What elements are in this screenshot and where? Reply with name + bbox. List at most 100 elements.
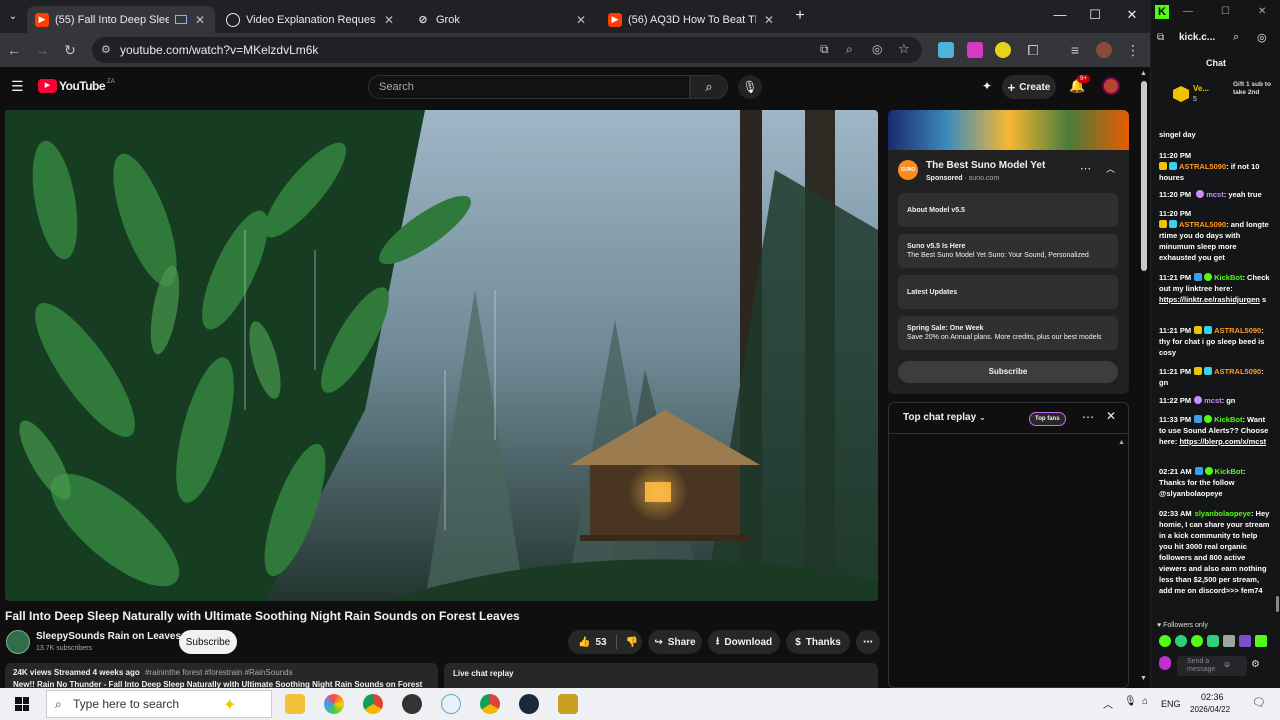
sidepanel-icon[interactable]: ⧉ — [1157, 32, 1164, 43]
subscribe-button[interactable]: Subscribe — [179, 630, 237, 654]
network-icon[interactable]: ⌂ — [1142, 696, 1148, 707]
emote-icon[interactable] — [1255, 635, 1267, 647]
search-input[interactable]: Search — [368, 75, 690, 99]
close-window-icon[interactable]: ✕ — [1120, 7, 1144, 25]
chat-username[interactable]: KickBot — [1214, 273, 1242, 282]
chrome-profile-icon[interactable] — [480, 694, 500, 714]
share-button[interactable]: ↪ Share — [648, 630, 702, 654]
dislike-icon[interactable]: 👎 — [626, 637, 638, 648]
colorful-app-icon[interactable] — [324, 694, 344, 714]
live-chat-replay-bar[interactable]: Live chat replay — [444, 663, 878, 688]
taskbar-search-box[interactable]: ⌕ Type here to search ✦ — [46, 690, 272, 718]
emoji-icon[interactable]: ☺ — [1223, 660, 1231, 669]
file-explorer-icon[interactable] — [285, 694, 305, 714]
ad-subscribe-button[interactable]: Subscribe — [898, 361, 1118, 383]
collapse-chevron-icon[interactable]: ︿ — [1106, 162, 1115, 175]
chat-username[interactable]: mcst — [1204, 396, 1222, 405]
bookmark-star-icon[interactable]: ☆ — [898, 41, 910, 57]
more-actions-button[interactable]: ⋯ — [856, 630, 880, 654]
bug-app-icon[interactable] — [441, 694, 461, 714]
chat-username[interactable]: ASTRAL5090 — [1214, 367, 1261, 376]
scroll-up-arrow-icon[interactable]: ▲ — [1140, 70, 1147, 77]
page-scrollbar[interactable] — [1141, 81, 1147, 271]
channel-avatar[interactable] — [6, 630, 30, 654]
emote-icon[interactable] — [1207, 635, 1219, 647]
emote-bar[interactable] — [1159, 635, 1277, 648]
obs-icon[interactable] — [402, 694, 422, 714]
extension-pink-icon[interactable] — [967, 42, 983, 58]
top-fans-chip[interactable]: Top fans — [1029, 412, 1066, 426]
sparkle-ai-icon[interactable]: ✦ — [982, 79, 992, 93]
cast-icon[interactable]: ⧉ — [820, 42, 829, 57]
forward-icon[interactable]: → — [33, 41, 51, 59]
description-box[interactable]: 24K views Streamed 4 weeks ago #raininth… — [5, 663, 438, 688]
ad-link-v55[interactable]: Suno v5.5 Is Here The Best Suno Model Ye… — [898, 234, 1118, 268]
tray-chevron-icon[interactable]: ︿ — [1103, 696, 1113, 711]
sponsored-ad-card[interactable]: SUNO The Best Suno Model Yet Sponsored ·… — [888, 110, 1129, 394]
reload-icon[interactable]: ↻ — [61, 41, 79, 59]
chat-username[interactable]: KickBot — [1215, 467, 1243, 476]
emote-icon[interactable] — [1159, 635, 1171, 647]
chat-user-badge-icon[interactable] — [1159, 656, 1171, 670]
close-tab-icon[interactable]: ✕ — [762, 13, 776, 27]
chat-username[interactable]: slyanbolaopeye — [1195, 509, 1251, 518]
chat-scrollbar[interactable] — [1276, 596, 1279, 612]
tab-search-button[interactable]: ⌄ — [5, 9, 21, 25]
emote-icon[interactable] — [1239, 635, 1251, 647]
steam-icon[interactable] — [519, 694, 539, 714]
ad-link-sale[interactable]: Spring Sale: One Week Save 20% on Annual… — [898, 316, 1118, 350]
chat-username[interactable]: ASTRAL5090 — [1214, 326, 1261, 335]
ad-link-about[interactable]: About Model v5.5 — [898, 193, 1118, 227]
eye-off-icon[interactable]: ◎ — [1257, 31, 1267, 44]
extensions-puzzle-icon[interactable]: ⧠ — [1024, 41, 1042, 59]
create-button[interactable]: + Create — [1002, 75, 1056, 99]
chat-username[interactable]: KickBot — [1214, 415, 1242, 424]
hashtags[interactable]: #raininthe forest #forestrain #RainSound… — [145, 668, 293, 677]
search-button[interactable]: ⌕ — [690, 75, 728, 99]
like-count[interactable]: 53 — [595, 637, 606, 648]
emote-icon[interactable] — [1191, 635, 1203, 647]
chat-username[interactable]: ASTRAL5090 — [1179, 220, 1226, 229]
extension-translate-icon[interactable] — [938, 42, 954, 58]
clock-time[interactable]: 02:36 — [1201, 692, 1224, 702]
chrome-icon[interactable] — [363, 694, 383, 714]
eye-off-icon[interactable]: ◎ — [872, 42, 882, 56]
profile-avatar[interactable] — [1096, 42, 1112, 58]
scroll-down-arrow-icon[interactable]: ▼ — [1140, 675, 1147, 682]
windows-start-icon[interactable] — [15, 697, 29, 711]
close-tab-icon[interactable]: ✕ — [382, 13, 396, 27]
ad-menu-icon[interactable]: ⋯ — [1080, 162, 1091, 175]
notification-center-icon[interactable]: 🗨 — [1252, 696, 1266, 709]
extension-yellow-icon[interactable] — [995, 42, 1011, 58]
send-message-input[interactable]: Send a message — [1177, 656, 1247, 676]
scroll-up-arrow-icon[interactable]: ▲ — [1118, 439, 1125, 446]
back-icon[interactable]: ← — [5, 41, 23, 59]
language-indicator[interactable]: ENG — [1161, 699, 1181, 709]
tab-youtube-sleep[interactable]: ▶ (55) Fall Into Deep Sleep N ✕ — [27, 6, 215, 33]
media-controls-icon[interactable]: ≡ — [1066, 41, 1084, 59]
address-bar[interactable]: ⚙ youtube.com/watch?v=MKelzdvLm6k ⧉ ⌕ ◎ … — [92, 37, 922, 63]
kick-minimize-icon[interactable]: — — [1183, 6, 1193, 17]
emote-icon[interactable] — [1175, 635, 1187, 647]
gift-sub-prompt[interactable]: Gift 1 sub to take 2nd — [1233, 81, 1275, 97]
channel-name[interactable]: SleepySounds Rain on Leaves — [36, 631, 181, 642]
chat-menu-icon[interactable]: ⋯ — [1082, 410, 1094, 424]
search-icon[interactable]: ⌕ — [1233, 31, 1239, 44]
like-icon[interactable]: 👍 — [578, 637, 590, 648]
chrome-menu-icon[interactable]: ⋮ — [1124, 41, 1142, 59]
ad-link-updates[interactable]: Latest Updates — [898, 275, 1118, 309]
top-chat-replay-dropdown[interactable]: Top chat replay ⌄ — [903, 412, 986, 423]
chat-username[interactable]: ASTRAL5090 — [1179, 162, 1226, 171]
site-info-icon[interactable]: ⚙ — [101, 43, 111, 56]
new-tab-button[interactable]: + — [790, 7, 810, 25]
clock-date[interactable]: 2026/04/22 — [1190, 705, 1230, 714]
download-button[interactable]: ⭳ Download — [708, 630, 780, 654]
close-tab-icon[interactable]: ✕ — [193, 13, 207, 27]
emote-icon[interactable] — [1223, 635, 1235, 647]
chat-username[interactable]: mcst — [1206, 190, 1224, 199]
microphone-tray-icon[interactable]: 🎙 — [1124, 696, 1137, 707]
video-player[interactable] — [5, 110, 878, 601]
voice-search-button[interactable]: 🎙 — [738, 75, 762, 99]
chat-settings-icon[interactable]: ⚙ — [1251, 659, 1260, 670]
zoom-icon[interactable]: ⌕ — [846, 42, 853, 57]
